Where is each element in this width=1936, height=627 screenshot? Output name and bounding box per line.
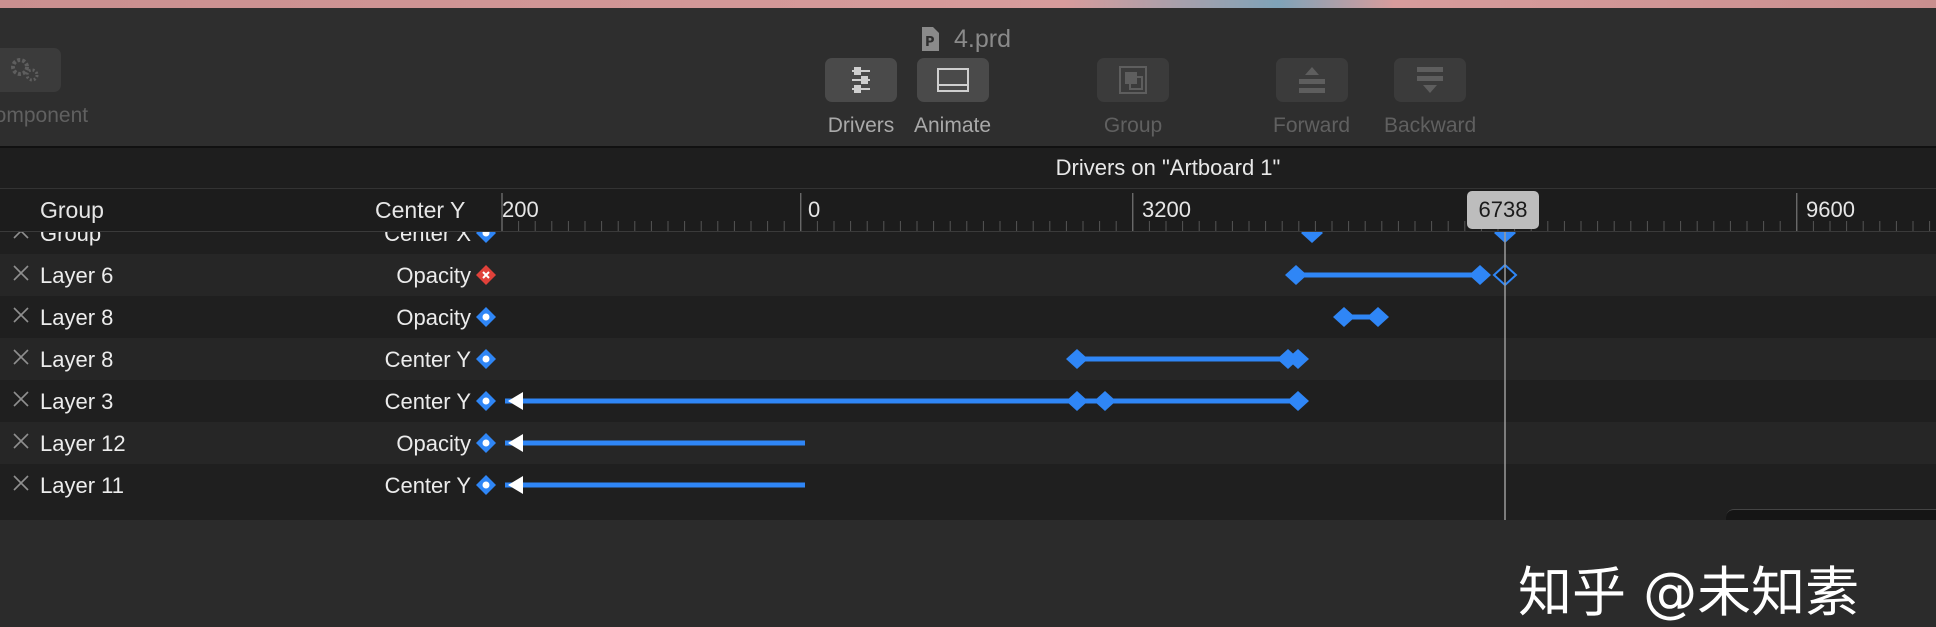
backward-button[interactable]: Backward bbox=[1384, 58, 1476, 138]
range-start-arrow bbox=[508, 434, 523, 452]
forward-button-label: Forward bbox=[1273, 114, 1351, 137]
keyframe-diamond bbox=[1066, 391, 1088, 411]
component-button-label: e Component bbox=[0, 104, 89, 127]
keyframe-diamond bbox=[1094, 391, 1116, 411]
component-button-box[interactable] bbox=[0, 48, 62, 92]
keyframe-diamond bbox=[1285, 265, 1307, 285]
drivers-button-label: Drivers bbox=[827, 114, 895, 137]
watermark: 知乎 @未知素 bbox=[1518, 561, 1860, 624]
animate-button-box[interactable] bbox=[916, 58, 989, 102]
keyframe-diamond bbox=[1367, 307, 1389, 327]
send-backward-icon bbox=[1417, 67, 1444, 93]
forward-button[interactable]: Forward bbox=[1273, 58, 1350, 138]
forward-button-box[interactable] bbox=[1275, 58, 1348, 102]
document-p-icon: P bbox=[922, 27, 939, 51]
backward-button-label: Backward bbox=[1384, 114, 1477, 137]
keyframe-diamond bbox=[1066, 349, 1088, 369]
animate-button[interactable]: Animate bbox=[914, 58, 991, 138]
drivers-rows: Group Center X Layer 6 Opacity Layer 8 O… bbox=[0, 232, 1936, 520]
resize-corner bbox=[1726, 509, 1936, 520]
drivers-header-row: Group Center Y 200 0 3200 9600 6738 bbox=[0, 188, 1936, 232]
group-icon bbox=[1119, 66, 1147, 94]
drivers-button[interactable]: Drivers bbox=[825, 58, 897, 138]
group-button-box[interactable] bbox=[1097, 58, 1169, 102]
driver-timeline-tracks[interactable] bbox=[0, 232, 1936, 520]
drivers-button-box[interactable] bbox=[825, 58, 897, 102]
svg-text:P: P bbox=[925, 35, 935, 50]
animate-icon bbox=[936, 68, 969, 92]
gears-icon bbox=[11, 58, 39, 82]
keyframe-diamond bbox=[1287, 391, 1309, 411]
drivers-panel: Drivers on "Artboard 1" Group Center Y 2… bbox=[0, 146, 1936, 624]
keyframe-diamond bbox=[1333, 307, 1355, 327]
playhead-value-box[interactable]: 6738 bbox=[1467, 191, 1539, 229]
group-button[interactable]: Group bbox=[1097, 58, 1169, 138]
bring-forward-icon bbox=[1298, 67, 1325, 93]
keyframe-diamond bbox=[1469, 265, 1491, 285]
playhead-value: 6738 bbox=[1478, 197, 1528, 222]
drivers-panel-title-text: Drivers on "Artboard 1" bbox=[1055, 155, 1281, 180]
drivers-panel-title: Drivers on "Artboard 1" bbox=[0, 148, 1936, 188]
animate-button-label: Animate bbox=[914, 114, 992, 137]
window-title: P 4.prd bbox=[920, 22, 1011, 56]
drivers-icon bbox=[852, 67, 870, 93]
keyframe-diamond bbox=[1301, 232, 1323, 243]
window-title-text: 4.prd bbox=[954, 24, 1011, 53]
desktop-background-strip bbox=[0, 0, 1936, 8]
range-start-arrow bbox=[508, 476, 523, 494]
backward-button-box[interactable] bbox=[1394, 58, 1467, 102]
range-start-arrow bbox=[508, 392, 523, 410]
component-button[interactable]: e Component bbox=[0, 48, 88, 128]
timeline-ruler[interactable] bbox=[0, 189, 1936, 231]
window-titlebar: P 4.prd e Component Drivers bbox=[0, 8, 1936, 146]
group-button-label: Group bbox=[1103, 114, 1163, 137]
